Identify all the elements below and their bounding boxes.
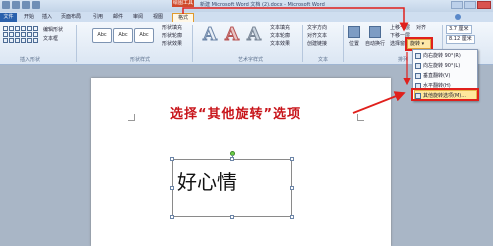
arrow-instruction-to-menu [352, 91, 406, 114]
arrow-format-to-rotate [182, 7, 409, 32]
annotation-arrows [182, 7, 411, 114]
